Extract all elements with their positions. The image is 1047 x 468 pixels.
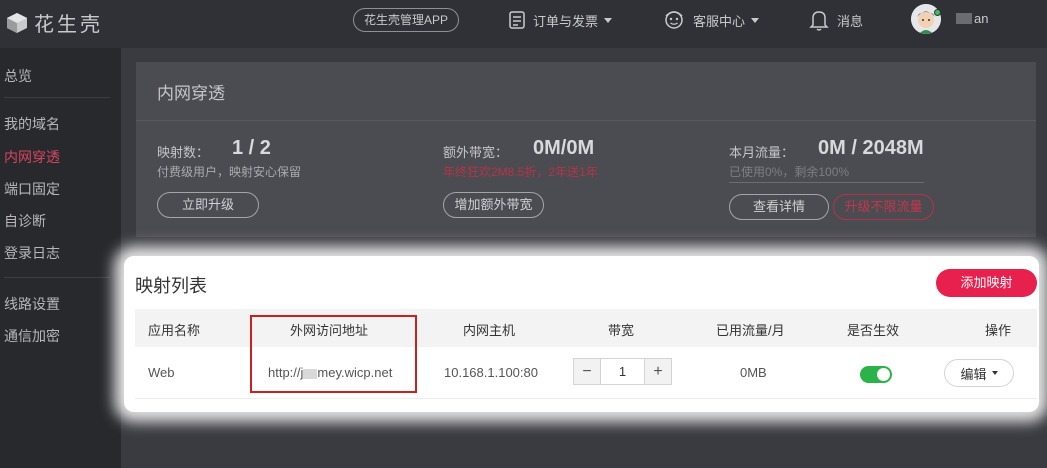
sidebar-item-login-log[interactable]: 登录日志 xyxy=(4,243,60,263)
cell-internal-host: 10.168.1.100:80 xyxy=(444,365,538,380)
sidebar-item-encryption[interactable]: 通信加密 xyxy=(4,326,60,346)
service-center-menu[interactable]: 客服中心 xyxy=(663,8,760,32)
brand-logo[interactable]: 花生壳 xyxy=(6,8,103,37)
service-center-label: 客服中心 xyxy=(693,13,746,29)
column-header-app-name: 应用名称 xyxy=(148,323,201,338)
messages-label: 消息 xyxy=(837,13,864,29)
overview-title: 内网穿透 xyxy=(157,84,225,103)
upgrade-unlimited-button[interactable]: 升级不限流量 xyxy=(833,194,934,220)
cell-app-name: Web xyxy=(148,365,175,380)
add-bandwidth-button[interactable]: 增加额外带宽 xyxy=(443,192,544,218)
column-header-traffic: 已用流量/月 xyxy=(716,323,785,338)
mappings-sub: 付费级用户，映射安心保留 xyxy=(157,165,302,179)
edit-label: 编辑 xyxy=(960,366,987,382)
traffic-label: 本月流量： xyxy=(729,145,795,160)
overview-divider xyxy=(136,120,1036,121)
column-header-enabled: 是否生效 xyxy=(847,323,900,338)
orders-invoice-menu[interactable]: 订单与发票 xyxy=(509,8,613,32)
mappings-label: 映射数： xyxy=(157,145,210,160)
username-redaction xyxy=(956,13,972,24)
edit-dropdown-button[interactable]: 编辑 xyxy=(944,359,1014,387)
upgrade-now-button[interactable]: 立即升级 xyxy=(157,192,259,218)
orders-invoice-label: 订单与发票 xyxy=(533,13,599,29)
traffic-value: 0M / 2048M xyxy=(818,137,924,159)
sidebar-divider xyxy=(4,97,110,98)
bandwidth-value: 0M/0M xyxy=(533,137,595,159)
column-header-bandwidth: 带宽 xyxy=(608,323,635,338)
messages-link[interactable]: 消息 xyxy=(809,8,863,32)
peanut-logo-icon xyxy=(7,12,27,33)
traffic-progress-track xyxy=(729,182,924,183)
view-details-button[interactable]: 查看详情 xyxy=(729,194,829,220)
document-icon xyxy=(509,11,525,29)
bell-icon xyxy=(809,11,829,31)
chevron-down-icon xyxy=(604,17,613,23)
brand-name: 花生壳 xyxy=(34,14,103,36)
minus-icon[interactable]: − xyxy=(574,359,600,384)
enabled-toggle[interactable] xyxy=(860,366,892,383)
sidebar-item-intranet[interactable]: 内网穿透 xyxy=(4,147,60,167)
traffic-sub: 已使用0%，剩余100% xyxy=(729,165,850,179)
manage-app-button[interactable]: 花生壳管理APP xyxy=(353,8,459,32)
top-bar: 花生壳 花生壳管理APP 订单与发票 客服中心 消息 an xyxy=(0,0,1047,48)
cell-traffic: 0MB xyxy=(740,365,767,380)
sidebar-item-self-diagnosis[interactable]: 自诊断 xyxy=(4,211,46,231)
mappings-value: 1 / 2 xyxy=(232,137,271,159)
bandwidth-label: 额外带宽： xyxy=(443,145,509,160)
toggle-knob xyxy=(877,368,890,381)
chevron-down-icon xyxy=(751,17,760,23)
column-header-internal-host: 内网主机 xyxy=(463,323,516,338)
sidebar-item-line-settings[interactable]: 线路设置 xyxy=(4,294,60,314)
online-status-dot xyxy=(934,9,941,16)
column-header-actions: 操作 xyxy=(985,323,1012,338)
sidebar-divider xyxy=(4,277,110,278)
sidebar-item-domains[interactable]: 我的域名 xyxy=(4,114,60,134)
username-text: an xyxy=(974,11,989,26)
bandwidth-promo[interactable]: 年终狂欢2M8.5折，2年送1年 xyxy=(443,163,598,180)
sidebar-item-port-fixed[interactable]: 端口固定 xyxy=(4,179,60,199)
table-row-divider xyxy=(135,398,1037,399)
bandwidth-stepper[interactable]: − 1 + xyxy=(573,358,672,385)
customer-service-icon xyxy=(665,11,683,29)
add-mapping-button[interactable]: 添加映射 xyxy=(936,269,1037,297)
plus-icon[interactable]: + xyxy=(645,359,671,384)
sidebar-item-overview[interactable]: 总览 xyxy=(4,66,32,86)
mapping-list-title: 映射列表 xyxy=(135,276,207,296)
username[interactable]: an xyxy=(956,11,988,26)
chevron-down-icon xyxy=(991,371,998,375)
highlight-box xyxy=(250,315,417,393)
bandwidth-value-field[interactable]: 1 xyxy=(600,359,645,384)
